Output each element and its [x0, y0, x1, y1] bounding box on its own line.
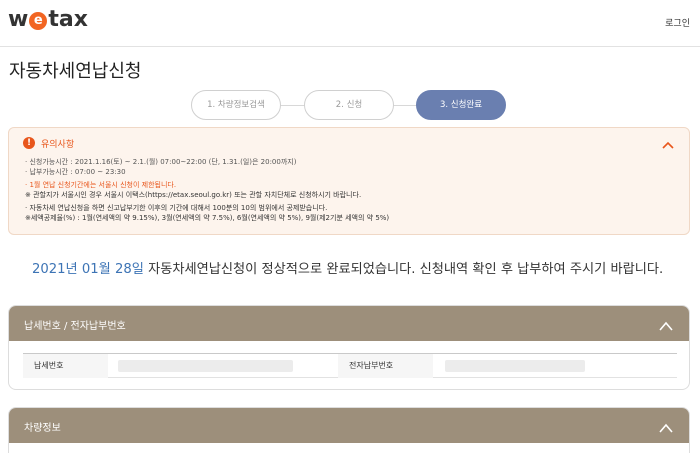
login-link[interactable]: 로그인: [665, 16, 690, 29]
step-2-apply: 2. 신청: [304, 90, 394, 120]
panel-header[interactable]: 납세번호 / 전자납부번호: [9, 306, 689, 341]
logo-letter-w: w: [8, 7, 29, 32]
epay-number-value-redacted: [445, 360, 585, 372]
page-title: 자동차세연납신청: [9, 61, 142, 82]
tax-number-label: 납세번호: [23, 354, 108, 378]
payment-number-panel: 납세번호 / 전자납부번호 납세번호 전자납부번호: [8, 305, 690, 390]
notice-title: 유의사항: [41, 140, 75, 150]
completion-text: 자동차세연납신청이 정상적으로 완료되었습니다. 신청내역 확인 후 납부하여 …: [143, 262, 664, 277]
notice-box: ! 유의사항 · 신청가능시간 : 2021.1.16(토) ~ 2.1.(월)…: [8, 127, 690, 235]
payment-info-table: 납세번호 전자납부번호: [23, 353, 677, 378]
notice-line-seoul-restriction: · 1월 연납 신청기간에는 서울시 신청이 제한됩니다.: [25, 181, 177, 189]
notice-line-deduction-rate: ※세액공제율(%) : 1월(연세액의 약 9.15%), 3월(연세액의 약 …: [25, 214, 390, 222]
chevron-up-icon[interactable]: [661, 136, 675, 149]
chevron-up-icon[interactable]: [658, 419, 674, 433]
completion-date: 2021년 01월 28일: [32, 262, 144, 277]
panel-header[interactable]: 차량정보: [9, 408, 689, 443]
completion-message: 2021년 01월 28일 자동차세연납신청이 정상적으로 완료되었습니다. 신…: [32, 258, 663, 277]
notice-line-pay-time: · 납부가능시간 : 07:00 ~ 23:30: [25, 168, 126, 176]
wetax-logo[interactable]: w e tax: [8, 7, 88, 32]
epay-number-label: 전자납부번호: [338, 354, 433, 378]
notice-line-deduction: · 자동차세 연납신청을 하면 신고납부기한 이후의 기간에 대해서 100분의…: [25, 204, 328, 212]
notice-body: · 신청가능시간 : 2021.1.16(토) ~ 2.1.(월) 07:00~…: [25, 157, 665, 223]
panel-title: 차량정보: [24, 423, 61, 434]
step-1-vehicle-search: 1. 차량정보검색: [191, 90, 281, 120]
vehicle-info-panel: 차량정보: [8, 407, 690, 453]
notice-line-seoul-etax: ※ 관할지가 서울시인 경우 서울시 이택스(https://etax.seou…: [25, 191, 362, 199]
logo-e-circle: e: [29, 12, 48, 30]
chevron-up-icon[interactable]: [658, 317, 674, 331]
logo-text: tax: [48, 7, 88, 32]
site-header: w e tax 로그인: [0, 0, 700, 47]
step-indicator: 1. 차량정보검색 2. 신청 3. 신청완료: [191, 90, 506, 120]
tax-number-value-redacted: [118, 360, 293, 372]
panel-title: 납세번호 / 전자납부번호: [24, 321, 126, 332]
step-3-complete: 3. 신청완료: [416, 90, 506, 120]
exclamation-icon: !: [23, 137, 35, 149]
notice-line-apply-time: · 신청가능시간 : 2021.1.16(토) ~ 2.1.(월) 07:00~…: [25, 158, 297, 166]
